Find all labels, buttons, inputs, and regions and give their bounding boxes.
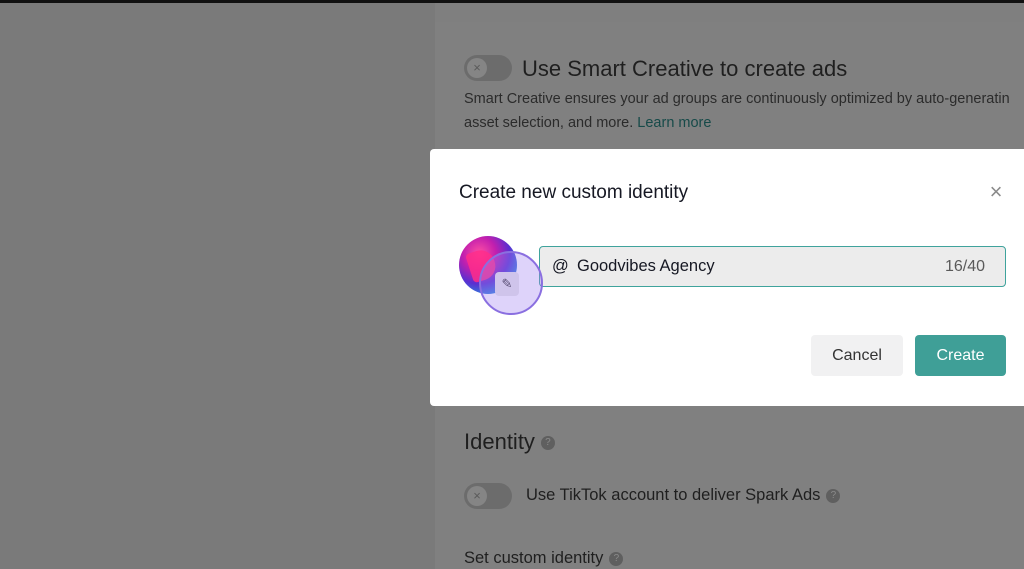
- avatar-image-shape: [465, 246, 499, 284]
- modal-title: Create new custom identity: [459, 182, 689, 203]
- help-icon[interactable]: ?: [826, 488, 841, 503]
- learn-more-link[interactable]: Learn more: [637, 115, 711, 131]
- tiktok-account-toggle[interactable]: ×: [464, 483, 512, 509]
- identity-heading-text: Identity: [464, 429, 535, 454]
- create-button[interactable]: Create: [915, 335, 1006, 376]
- smart-creative-toggle[interactable]: ×: [464, 55, 512, 81]
- identity-name-input[interactable]: @ Goodvibes Agency 16/40: [539, 246, 1006, 287]
- left-pane: [0, 3, 435, 569]
- identity-heading: Identity?: [464, 429, 555, 455]
- toggle-off-icon: ×: [467, 486, 487, 506]
- tiktok-account-label: Use TikTok account to deliver Spark Ads?: [526, 486, 841, 505]
- help-icon[interactable]: ?: [540, 436, 555, 451]
- help-icon[interactable]: ?: [609, 551, 624, 566]
- cancel-button[interactable]: Cancel: [811, 335, 903, 376]
- smart-creative-description: Smart Creative ensures your ad groups ar…: [464, 91, 1010, 107]
- smart-creative-description-line1: Smart Creative ensures your ad groups ar…: [464, 91, 1010, 107]
- identity-name-value: Goodvibes Agency: [577, 257, 715, 275]
- toggle-off-icon: ×: [467, 58, 487, 78]
- smart-creative-description-line2: asset selection, and more.: [464, 115, 634, 131]
- edit-avatar-icon[interactable]: ✎: [495, 272, 519, 296]
- tiktok-account-label-text: Use TikTok account to deliver Spark Ads: [526, 486, 821, 504]
- close-icon[interactable]: ×: [986, 181, 1006, 203]
- smart-creative-description-2: asset selection, and more. Learn more: [464, 115, 711, 131]
- custom-identity-label-text: Set custom identity: [464, 549, 604, 567]
- at-prefix: @: [552, 257, 569, 275]
- smart-creative-title: Use Smart Creative to create ads: [522, 56, 848, 81]
- custom-identity-label: Set custom identity?: [464, 549, 624, 568]
- character-counter: 16/40: [944, 258, 985, 275]
